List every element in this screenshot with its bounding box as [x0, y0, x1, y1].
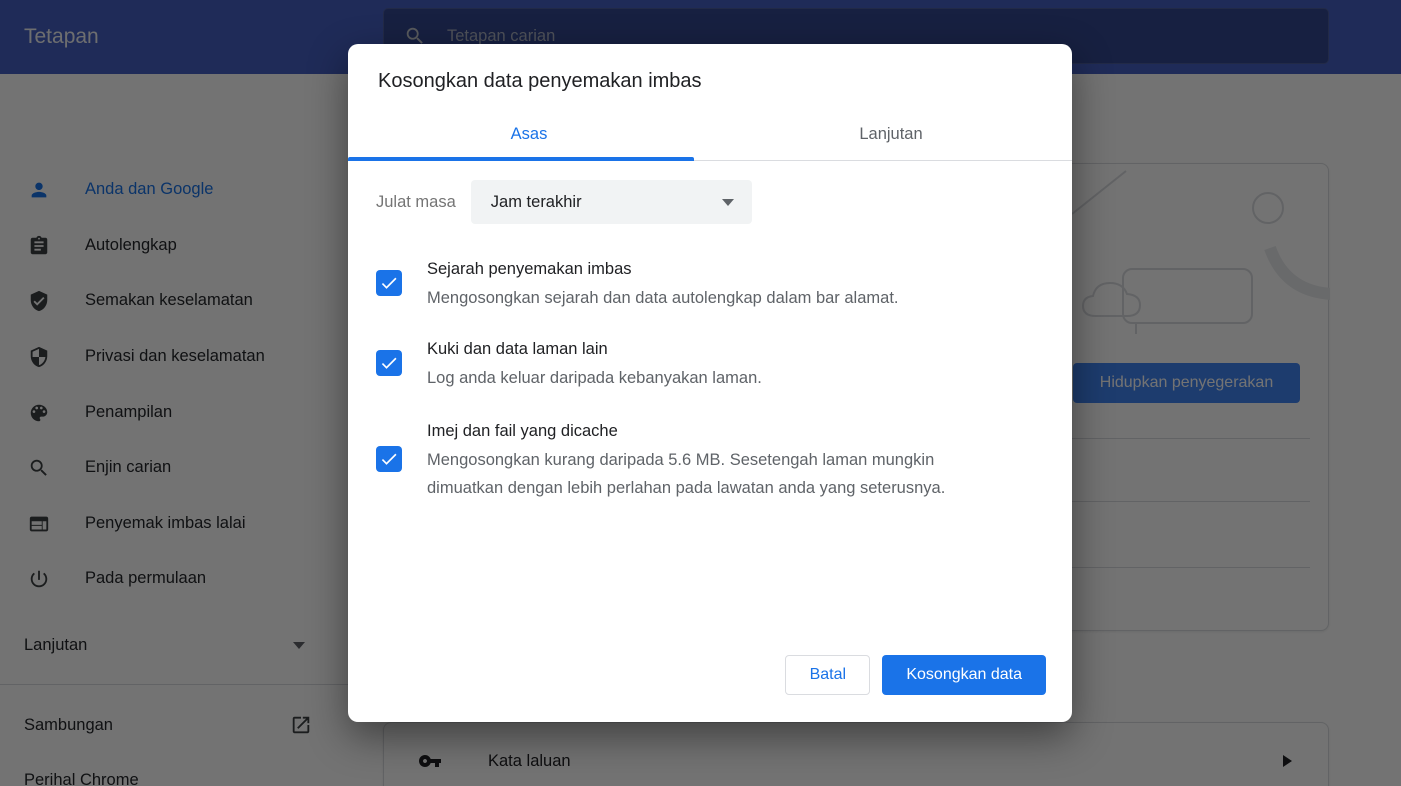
checkbox-description: Mengosongkan kurang daripada 5.6 MB. Ses… — [427, 446, 987, 502]
clear-data-button[interactable]: Kosongkan data — [882, 655, 1046, 695]
clear-browsing-data-dialog: Kosongkan data penyemakan imbas Asas Lan… — [348, 44, 1072, 722]
dialog-footer: Batal Kosongkan data — [348, 655, 1072, 722]
time-range-value: Jam terakhir — [491, 193, 582, 212]
check-icon — [379, 449, 399, 469]
tab-basic[interactable]: Asas — [348, 108, 710, 160]
check-icon — [379, 273, 399, 293]
tab-advanced[interactable]: Lanjutan — [710, 108, 1072, 160]
tab-indicator — [348, 157, 694, 161]
checkbox-row-browsing-history: Sejarah penyemakan imbas Mengosongkan se… — [376, 254, 1044, 312]
browsing-history-checkbox[interactable] — [376, 270, 402, 296]
checkbox-title: Imej dan fail yang dicache — [427, 416, 987, 446]
dialog-tabs: Asas Lanjutan — [348, 108, 1072, 161]
cancel-button[interactable]: Batal — [785, 655, 870, 695]
time-range-label: Julat masa — [376, 193, 456, 212]
dropdown-caret-icon — [722, 199, 734, 206]
dialog-title: Kosongkan data penyemakan imbas — [348, 44, 1072, 93]
chrome-settings-page: Tetapan Anda dan Google Autolengkap Sema… — [0, 0, 1401, 786]
checkbox-row-cookies: Kuki dan data laman lain Log anda keluar… — [376, 334, 1044, 392]
checkbox-description: Mengosongkan sejarah dan data autolengka… — [427, 284, 899, 312]
checkbox-row-cached-files: Imej dan fail yang dicache Mengosongkan … — [376, 416, 1044, 502]
dialog-body: Julat masa Jam terakhir Sejarah penyemak… — [348, 180, 1072, 502]
cookies-checkbox[interactable] — [376, 350, 402, 376]
check-icon — [379, 353, 399, 373]
checkbox-title: Sejarah penyemakan imbas — [427, 254, 899, 284]
cached-files-checkbox[interactable] — [376, 446, 402, 472]
checkbox-description: Log anda keluar daripada kebanyakan lama… — [427, 364, 762, 392]
time-range-select[interactable]: Jam terakhir — [471, 180, 752, 224]
time-range-row: Julat masa Jam terakhir — [376, 180, 1044, 224]
checkbox-title: Kuki dan data laman lain — [427, 334, 762, 364]
